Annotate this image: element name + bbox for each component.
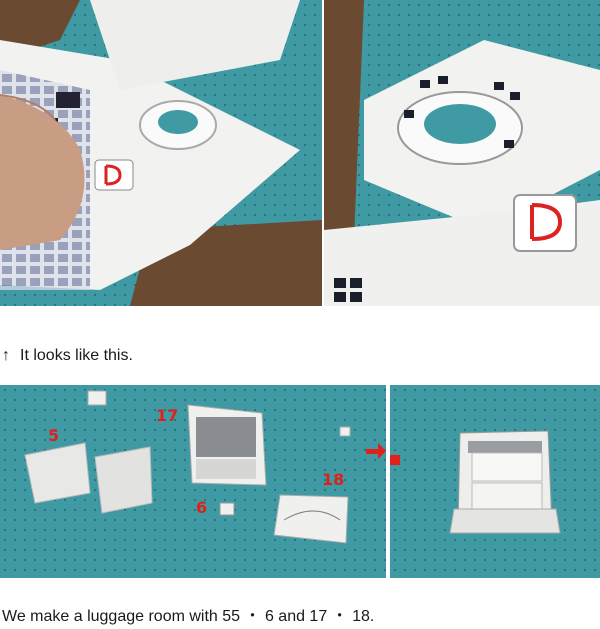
- bottom-left-photo: 5 17 6 18: [0, 385, 386, 578]
- caption-luggage-room: We make a luggage room with 55 ・ 6 and 1…: [2, 608, 375, 625]
- top-left-photo: [0, 0, 322, 306]
- caption-text: It looks like this.: [20, 347, 133, 364]
- part-label-6: 6: [196, 498, 207, 517]
- part-label-18: 18: [322, 470, 344, 489]
- top-right-photo: [324, 0, 600, 306]
- part-label-17: 17: [156, 406, 178, 425]
- bottom-right-photo: [390, 385, 600, 578]
- up-arrow-icon: ↑: [2, 347, 10, 364]
- part-label-5: 5: [48, 426, 59, 445]
- caption-it-looks-like-this: ↑ It looks like this.: [2, 346, 133, 366]
